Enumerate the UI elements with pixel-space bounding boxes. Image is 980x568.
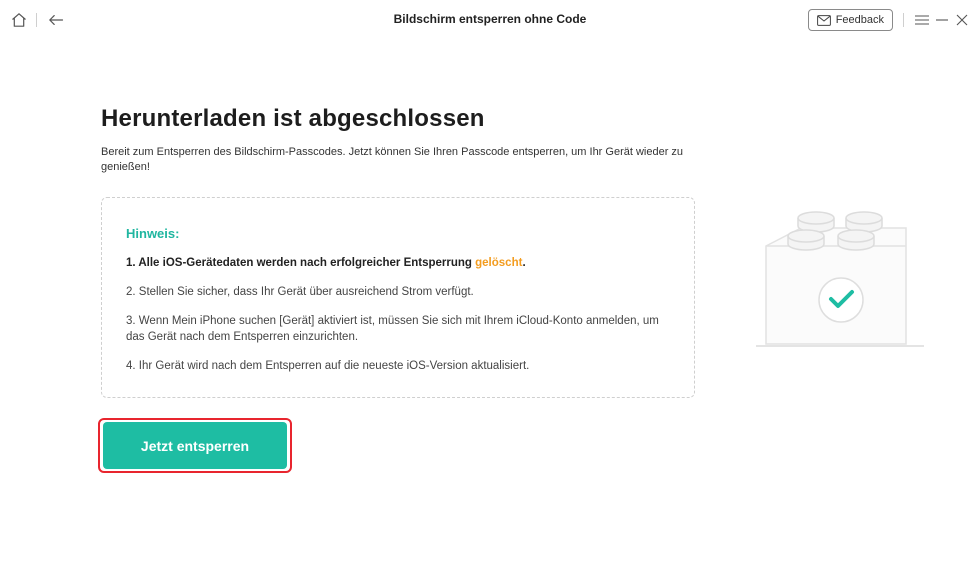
unlock-now-button[interactable]: Jetzt entsperren: [103, 422, 287, 469]
notice-box: Hinweis: 1. Alle iOS-Gerätedaten werden …: [101, 197, 695, 398]
feedback-button[interactable]: Feedback: [807, 9, 893, 31]
window-actions: Feedback: [807, 7, 972, 33]
notice-item-1-text: 1. Alle iOS-Gerätedaten werden nach erfo…: [126, 257, 476, 269]
notice-item-2: 2. Stellen Sie sicher, dass Ihr Gerät üb…: [126, 286, 474, 298]
feedback-label: Feedback: [835, 14, 884, 26]
menu-icon: [915, 15, 929, 25]
close-icon: [956, 14, 968, 26]
page-subtitle: Bereit zum Entsperren des Bildschirm-Pas…: [101, 146, 684, 173]
notice-item-1-highlight: gelöscht: [475, 257, 523, 269]
check-circle: [818, 277, 864, 323]
minimize-button[interactable]: [932, 10, 952, 30]
notice-item-1: 1. Alle iOS-Gerätedaten werden nach erfo…: [126, 255, 670, 271]
box-check-illustration: [756, 211, 924, 347]
close-button[interactable]: [952, 10, 972, 30]
notice-item-3: 3. Wenn Mein iPhone suchen [Gerät] aktiv…: [126, 315, 659, 343]
menu-button[interactable]: [912, 10, 932, 30]
divider: [903, 13, 904, 27]
mail-icon: [816, 14, 831, 26]
notice-title: Hinweis:: [126, 226, 180, 241]
minimize-icon: [936, 19, 948, 21]
notice-item-4: 4. Ihr Gerät wird nach dem Entsperren au…: [126, 360, 530, 372]
notice-item-1-suffix: .: [522, 257, 526, 269]
page-title: Herunterladen ist abgeschlossen: [101, 105, 485, 132]
title-bar: Bildschirm entsperren ohne Code Feedback: [0, 0, 980, 40]
